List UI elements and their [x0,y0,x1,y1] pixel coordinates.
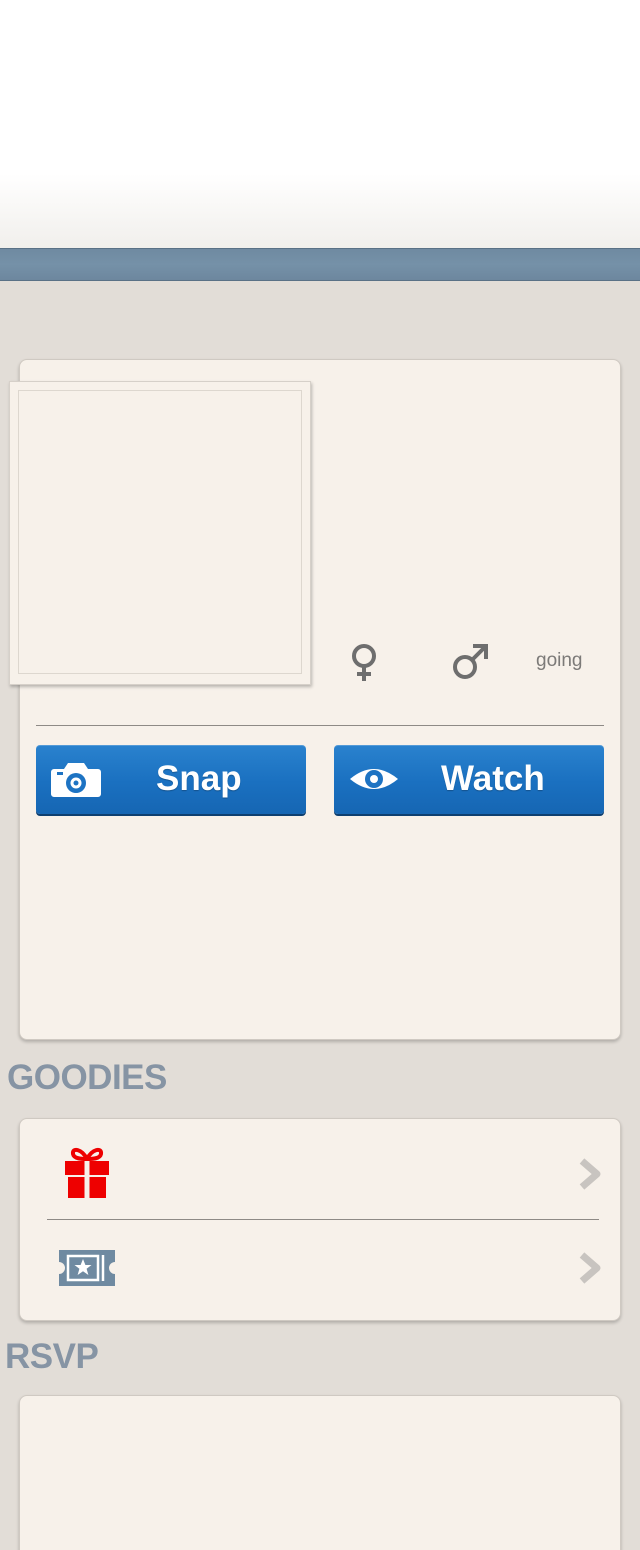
watch-button[interactable]: Watch [334,745,604,814]
going-label: going [536,650,583,671]
watch-button-label: Watch [441,759,545,798]
rsvp-card [19,1395,621,1550]
top-header [0,0,640,248]
snap-button[interactable]: Snap [36,745,306,814]
event-photo-inner [18,390,302,674]
goodies-divider [47,1219,599,1220]
chevron-right-icon [579,1158,601,1190]
goodies-item-ticket[interactable] [20,1222,620,1314]
goodies-item-gift[interactable] [20,1128,620,1220]
eye-icon [350,769,398,789]
snap-button-label: Snap [156,759,242,798]
event-divider [36,725,604,726]
page: going Snap Watch GOODIES RSVP [0,0,640,1550]
nav-bar [0,248,640,281]
rsvp-section-title: RSVP [5,1337,99,1376]
event-photo[interactable] [9,381,311,685]
goodies-section-title: GOODIES [7,1058,167,1097]
gift-icon [65,1147,109,1198]
camera-icon [51,763,101,797]
female-symbol-icon [352,644,376,681]
ticket-icon [59,1250,115,1286]
chevron-right-icon [579,1252,601,1284]
male-symbol-icon [453,644,488,679]
